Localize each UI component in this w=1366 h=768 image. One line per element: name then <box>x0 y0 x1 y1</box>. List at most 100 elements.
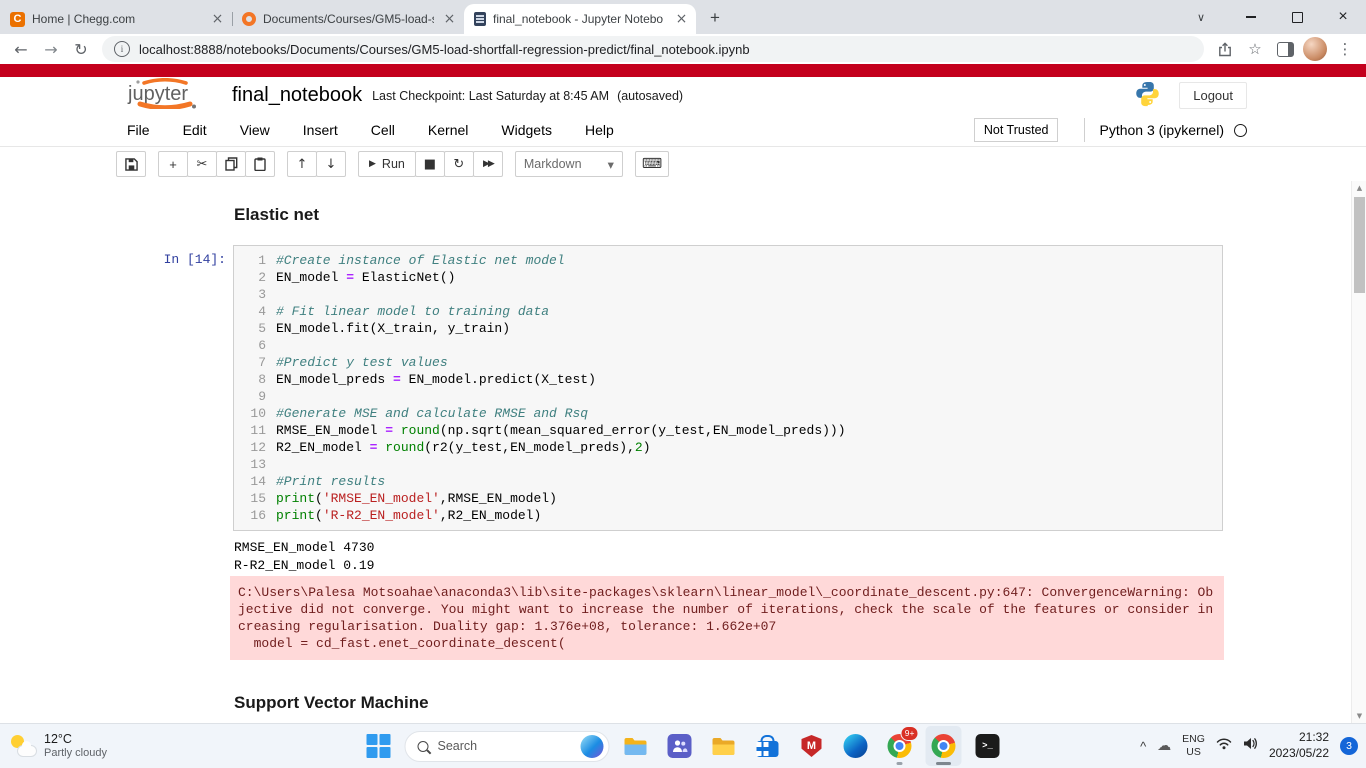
logout-button[interactable]: Logout <box>1179 82 1247 109</box>
cell-type-select[interactable]: Markdown ▾ <box>514 151 623 177</box>
code-cell[interactable]: 1 #Create instance of Elastic net model 2 E… <box>233 245 1223 531</box>
network-icon[interactable] <box>1216 737 1232 755</box>
taskbar-file-explorer[interactable] <box>618 726 654 766</box>
menu-file[interactable]: File <box>127 122 150 138</box>
taskbar-mcafee[interactable]: M <box>794 726 830 766</box>
taskbar-chrome-profile2[interactable]: 9+ <box>882 726 919 766</box>
tab-chegg[interactable]: C Home | Chegg.com × <box>0 4 232 34</box>
jupyter-logo[interactable]: jupyter <box>114 77 216 114</box>
add-cell-button[interactable]: + <box>158 151 188 177</box>
minimize-button[interactable] <box>1228 0 1274 34</box>
scrollbar[interactable]: ▲ ▼ <box>1351 181 1366 723</box>
speaker-icon[interactable] <box>1243 737 1258 755</box>
menu-insert[interactable]: Insert <box>303 122 338 138</box>
input-prompt: In [14]: <box>163 252 226 267</box>
notebook-body: Elastic net In [14]: 1 #Create instance o… <box>0 181 1366 723</box>
tray-chevron-icon[interactable]: ^ <box>1140 739 1146 754</box>
browser-tab-strip: C Home | Chegg.com × Documents/Courses/G… <box>0 0 1366 34</box>
omnibox[interactable]: i localhost:8888/notebooks/Documents/Cou… <box>102 36 1204 62</box>
not-trusted-badge[interactable]: Not Trusted <box>973 118 1059 142</box>
terminal-icon: >_ <box>975 734 1000 758</box>
command-palette-button[interactable]: ⌨ <box>634 151 670 177</box>
restart-run-all-button[interactable]: ▶▶ <box>472 151 503 177</box>
menu-cell[interactable]: Cell <box>371 122 395 138</box>
notebook-favicon-icon <box>474 12 486 26</box>
scroll-up-icon[interactable]: ▲ <box>1352 181 1366 195</box>
screen: C Home | Chegg.com × Documents/Courses/G… <box>0 0 1366 768</box>
scrollbar-thumb[interactable] <box>1354 197 1365 293</box>
jupyter-header: jupyter final_notebook Last Checkpoint: … <box>0 77 1366 181</box>
run-button[interactable]: ▶ Run <box>358 151 416 177</box>
tab-jupyter-tree[interactable]: Documents/Courses/GM5-load-s × <box>232 4 464 34</box>
paste-cell-button[interactable] <box>245 151 275 177</box>
taskbar-teams[interactable] <box>662 726 698 766</box>
language-indicator[interactable]: ENG US <box>1182 733 1205 758</box>
tab-title: Documents/Courses/GM5-load-s <box>263 12 434 26</box>
svg-text:jupyter: jupyter <box>127 83 188 105</box>
taskbar-folder[interactable] <box>706 726 742 766</box>
red-banner <box>0 64 1366 77</box>
code-line: 15 print('RMSE_EN_model',RMSE_EN_model) <box>250 491 557 506</box>
close-window-button[interactable]: × <box>1320 0 1366 34</box>
start-button[interactable] <box>361 726 397 766</box>
search-icon <box>417 740 429 752</box>
menu-widgets[interactable]: Widgets <box>501 122 552 138</box>
weather-icon <box>10 734 36 758</box>
code-line: 4 # Fit linear model to training data <box>258 304 550 319</box>
store-icon <box>756 734 780 758</box>
clock[interactable]: 21:32 2023/05/22 <box>1269 730 1329 761</box>
refresh-icon[interactable]: ↻ <box>66 35 96 63</box>
tab-close-icon[interactable]: × <box>673 11 690 28</box>
onedrive-cloud-icon[interactable]: ☁ <box>1157 738 1171 754</box>
menu-help[interactable]: Help <box>585 122 614 138</box>
maximize-button[interactable] <box>1274 0 1320 34</box>
url-text[interactable]: localhost:8888/notebooks/Documents/Cours… <box>139 42 750 57</box>
taskbar-search-box[interactable]: Search <box>404 730 610 762</box>
tab-close-icon[interactable]: × <box>209 11 226 28</box>
taskbar-chrome-active[interactable] <box>925 726 962 766</box>
forward-icon[interactable]: → <box>36 35 66 63</box>
jupyter-toolbar: + ✂ ↑ ↓ ▶ Run ■ ↻ ▶▶ Markdown ▾ ⌨ <box>0 147 1366 181</box>
notebook-title[interactable]: final_notebook <box>232 84 362 107</box>
tab-title: Home | Chegg.com <box>32 12 136 26</box>
taskbar-store[interactable] <box>750 726 786 766</box>
taskbar-edge[interactable] <box>838 726 874 766</box>
output-line: RMSE_EN_model 4730 <box>234 540 375 555</box>
output-line: R-R2_EN_model 0.19 <box>234 557 375 573</box>
profile-avatar[interactable] <box>1300 35 1330 63</box>
interrupt-kernel-button[interactable]: ■ <box>414 151 445 177</box>
cut-cell-button[interactable]: ✂ <box>187 151 217 177</box>
section-heading-svm: Support Vector Machine <box>234 693 429 712</box>
move-cell-down-button[interactable]: ↓ <box>316 151 346 177</box>
move-cell-up-button[interactable]: ↑ <box>287 151 317 177</box>
weather-temp: 12°C <box>44 731 72 746</box>
save-button[interactable] <box>116 151 146 177</box>
tab-final-notebook[interactable]: final_notebook - Jupyter Notebo × <box>464 4 696 34</box>
bookmark-star-icon[interactable]: ☆ <box>1240 35 1270 63</box>
menu-kernel[interactable]: Kernel <box>428 122 468 138</box>
code-line: 1 #Create instance of Elastic net model <box>258 253 565 268</box>
copy-cell-button[interactable] <box>216 151 246 177</box>
search-label: Search <box>437 739 478 753</box>
weather-widget[interactable]: 12°C Partly cloudy <box>10 724 107 768</box>
menu-view[interactable]: View <box>240 122 270 138</box>
browser-menu-kebab-icon[interactable]: ⋮ <box>1330 35 1360 63</box>
taskbar-terminal[interactable]: >_ <box>970 726 1006 766</box>
code-line: 13 <box>250 457 266 472</box>
menu-edit[interactable]: Edit <box>183 122 207 138</box>
site-info-icon[interactable]: i <box>114 41 130 57</box>
new-tab-button[interactable]: + <box>702 5 728 31</box>
back-icon[interactable]: ← <box>6 35 36 63</box>
chrome-notification-badge: 9+ <box>900 726 919 741</box>
code-line: 16 print('R-R2_EN_model',R2_EN_model) <box>250 508 542 523</box>
teams-icon <box>667 734 692 758</box>
share-icon[interactable] <box>1210 35 1240 63</box>
notification-count-badge[interactable]: 3 <box>1340 737 1358 755</box>
scroll-down-icon[interactable]: ▼ <box>1352 709 1366 723</box>
code-line: 8 EN_model_preds = EN_model.predict(X_tes… <box>258 372 596 387</box>
tab-search-chevron-icon[interactable]: ∨ <box>1186 0 1216 34</box>
side-panel-icon[interactable] <box>1270 35 1300 63</box>
tab-close-icon[interactable]: × <box>441 11 458 28</box>
restart-kernel-button[interactable]: ↻ <box>443 151 474 177</box>
code-line: 9 <box>258 389 266 404</box>
